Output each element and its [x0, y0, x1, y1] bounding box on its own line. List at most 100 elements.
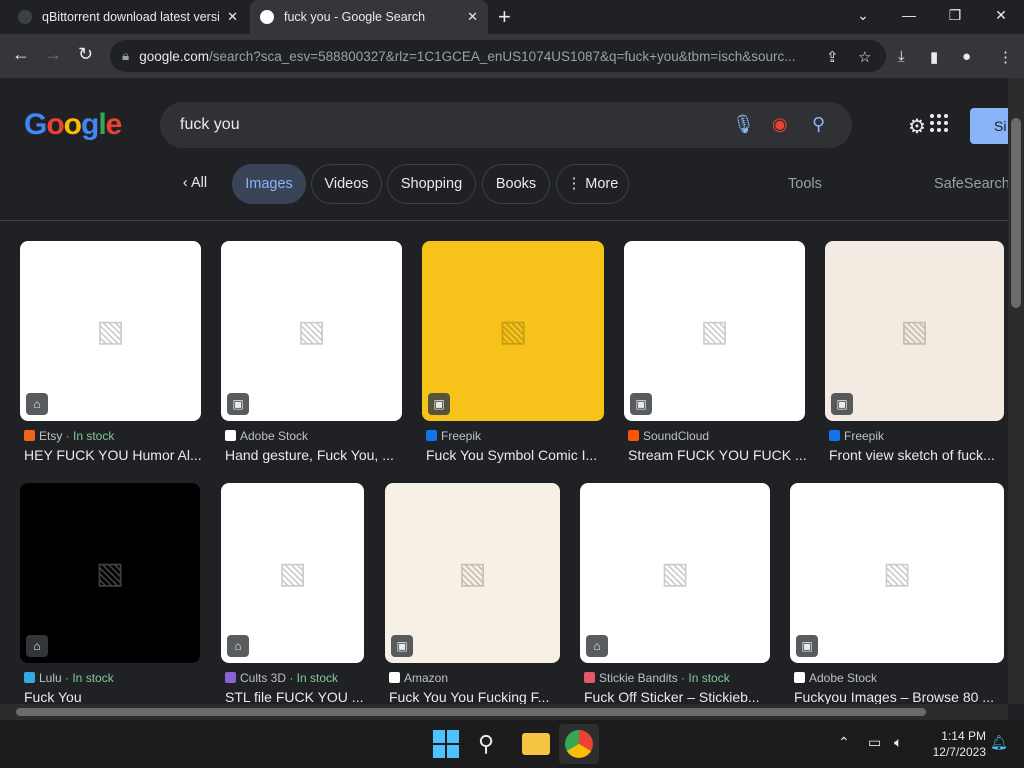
sign-in-button[interactable]: Si	[970, 108, 1008, 144]
chip-shopping[interactable]: Shopping	[387, 164, 476, 204]
minimize-button[interactable]: —	[886, 0, 932, 34]
chip-all[interactable]: ‹ All	[164, 164, 226, 204]
result-title[interactable]: Fuck You	[24, 689, 204, 704]
result-source[interactable]: Lulu · In stock	[24, 671, 114, 685]
source-name: SoundCloud	[643, 429, 710, 443]
image-result-card[interactable]: ▧ ⌂ Cults 3D · In stock STL file FUCK YOU .…	[221, 483, 364, 704]
back-icon[interactable]: ←	[12, 44, 30, 65]
search-box[interactable]: fuck you 🎙︎ ◉ ⚲	[160, 102, 852, 148]
search-icon[interactable]: ⚲	[478, 730, 506, 758]
result-thumbnail[interactable]: ▧ ▣	[221, 241, 402, 421]
scrollbar-thumb[interactable]	[16, 708, 926, 716]
chip-books[interactable]: Books	[482, 164, 550, 204]
reload-icon[interactable]: ↻	[78, 44, 93, 65]
image-result-card[interactable]: ▧ ⌂ Stickie Bandits · In stock Fuck Off Sti…	[580, 483, 770, 704]
result-title[interactable]: STL file FUCK YOU ...	[225, 689, 368, 704]
tools-button[interactable]: Tools	[788, 164, 822, 204]
source-name: Adobe Stock	[809, 671, 878, 685]
result-source[interactable]: Adobe Stock	[794, 671, 877, 685]
result-title[interactable]: Fuck You You Fucking F...	[389, 689, 564, 704]
google-logo[interactable]: Google	[24, 108, 122, 142]
download-icon[interactable]: ⤓	[898, 48, 905, 65]
image-result-card[interactable]: ▧ ⌂ Etsy · In stock HEY FUCK YOU Humor Al..…	[20, 241, 202, 477]
address-bar[interactable]: 🔒︎ google.com/search?sca_esv=588800327&r…	[110, 40, 886, 72]
image-result-card[interactable]: ▧ ▣ Adobe Stock Hand gesture, Fuck You, ...	[221, 241, 402, 477]
horizontal-scrollbar[interactable]	[0, 704, 1008, 720]
search-input[interactable]: fuck you	[180, 116, 240, 134]
result-thumbnail[interactable]: ▧ ▣	[385, 483, 560, 663]
microphone-icon[interactable]: 🎙︎	[732, 114, 755, 135]
network-icon[interactable]: ▭	[868, 734, 881, 751]
tab-title: fuck you - Google Search	[284, 10, 426, 24]
settings-gear-icon[interactable]: ⚙	[908, 114, 926, 139]
result-title[interactable]: Front view sketch of fuck...	[829, 447, 1008, 463]
result-thumbnail[interactable]: ▧ ⌂	[221, 483, 364, 663]
result-source[interactable]: Etsy · In stock	[24, 429, 114, 443]
image-result-card[interactable]: ▧ ▣ Adobe Stock Fuckyou Images – Browse 80 …	[790, 483, 1004, 704]
vertical-scrollbar[interactable]	[1008, 78, 1024, 704]
side-panel-icon[interactable]: ▮	[930, 48, 938, 66]
result-title[interactable]: Stream FUCK YOU FUCK ...	[628, 447, 809, 463]
close-tab-icon[interactable]: ✕	[227, 9, 238, 25]
apps-grid-icon[interactable]	[930, 114, 948, 132]
result-source[interactable]: Freepik	[426, 429, 481, 443]
result-thumbnail[interactable]: ▧ ⌂	[580, 483, 770, 663]
profile-icon[interactable]: ●	[962, 48, 971, 65]
image-result-card[interactable]: ▧ ▣ Amazon Fuck You You Fucking F...	[385, 483, 560, 704]
image-result-card[interactable]: ▧ ▣ SoundCloud Stream FUCK YOU FUCK ...	[624, 241, 807, 477]
share-icon[interactable]: ⇪	[826, 48, 839, 66]
result-source[interactable]: Amazon	[389, 671, 448, 685]
image-result-card[interactable]: ▧ ▣ Freepik Front view sketch of fuck...	[825, 241, 1004, 477]
search-icon[interactable]: ⚲	[812, 114, 825, 135]
result-title[interactable]: Fuckyou Images – Browse 80 ...	[794, 689, 1008, 704]
result-thumbnail[interactable]: ▧ ▣	[790, 483, 1004, 663]
tab-qbittorrent[interactable]: qBittorrent download latest version ✕	[8, 0, 248, 34]
scrollbar-thumb[interactable]	[1011, 118, 1021, 308]
result-source[interactable]: Adobe Stock	[225, 429, 308, 443]
lens-camera-icon[interactable]: ◉	[772, 114, 788, 135]
result-source[interactable]: Cults 3D · In stock	[225, 671, 338, 685]
result-source[interactable]: Stickie Bandits · In stock	[584, 671, 730, 685]
file-explorer-icon[interactable]	[522, 733, 550, 755]
image-placeholder-icon: ▧	[297, 314, 326, 348]
new-tab-button[interactable]: +	[498, 4, 511, 30]
restore-button[interactable]: ❐	[932, 0, 978, 34]
image-result-card[interactable]: ▧ ▣ Freepik Fuck You Symbol Comic I...	[422, 241, 604, 477]
result-thumbnail[interactable]: ▧ ▣	[624, 241, 805, 421]
source-favicon-icon	[24, 672, 35, 683]
chip-videos[interactable]: Videos	[311, 164, 382, 204]
chip-images[interactable]: Images	[232, 164, 306, 204]
result-title[interactable]: Fuck Off Sticker – Stickieb...	[584, 689, 774, 704]
image-result-card[interactable]: ▧ ⌂ Lulu · In stock Fuck You	[20, 483, 200, 704]
address-host: google.com	[139, 48, 209, 64]
safesearch-button[interactable]: SafeSearch	[934, 164, 1008, 204]
menu-icon[interactable]: ⋮	[998, 48, 1013, 66]
bookmark-star-icon[interactable]: ☆	[858, 48, 871, 66]
result-source[interactable]: Freepik	[829, 429, 884, 443]
result-thumbnail[interactable]: ▧ ▣	[422, 241, 604, 421]
forward-icon[interactable]: →	[44, 44, 62, 65]
result-title[interactable]: Fuck You Symbol Comic I...	[426, 447, 608, 463]
chip-more[interactable]: ⋮ More	[556, 164, 629, 204]
chip-label: All	[190, 175, 208, 191]
close-window-button[interactable]: ✕	[978, 0, 1024, 34]
result-source[interactable]: SoundCloud	[628, 429, 709, 443]
clock-time: 1:14 PM	[941, 729, 986, 743]
tab-search-icon[interactable]: ⌄	[840, 0, 886, 34]
divider	[0, 220, 1008, 221]
volume-muted-icon[interactable]: 🔈︎	[894, 734, 902, 751]
result-thumbnail[interactable]: ▧ ⌂	[20, 483, 200, 663]
tab-google-search[interactable]: fuck you - Google Search ✕	[250, 0, 488, 34]
result-thumbnail[interactable]: ▧ ⌂	[20, 241, 201, 421]
chrome-icon[interactable]	[565, 730, 593, 758]
system-clock[interactable]: 1:14 PM 12/7/2023	[918, 728, 986, 760]
source-favicon-icon	[225, 430, 236, 441]
source-name: Stickie Bandits	[599, 671, 678, 685]
result-title[interactable]: HEY FUCK YOU Humor Al...	[24, 447, 205, 463]
windows-start-icon[interactable]	[433, 730, 461, 758]
notification-bell-icon[interactable]: 🔔︎	[990, 734, 1008, 751]
show-hidden-icons-icon[interactable]: ⌃	[838, 734, 850, 751]
result-title[interactable]: Hand gesture, Fuck You, ...	[225, 447, 406, 463]
result-thumbnail[interactable]: ▧ ▣	[825, 241, 1004, 421]
close-tab-icon[interactable]: ✕	[467, 9, 478, 25]
